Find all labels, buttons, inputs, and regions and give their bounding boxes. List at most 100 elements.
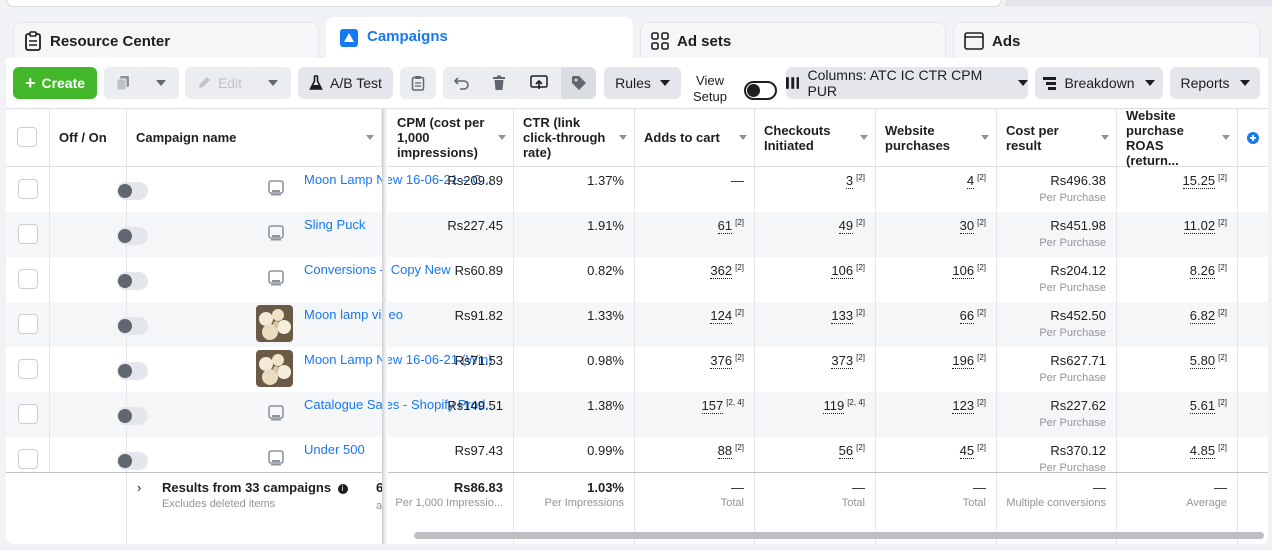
reports-button[interactable]: Reports xyxy=(1170,67,1260,99)
create-button[interactable]: + Create xyxy=(13,67,97,99)
value-roas[interactable]: 15.25 xyxy=(1182,173,1216,189)
value-roas[interactable]: 11.02 xyxy=(1183,218,1216,234)
view-setup-toggle[interactable] xyxy=(744,81,777,100)
tab-ad-sets[interactable]: Ad sets xyxy=(640,22,946,60)
value-atc[interactable]: 61 xyxy=(717,218,733,234)
header-adds-to-cart[interactable]: Adds to cart xyxy=(635,109,755,167)
edit-dropdown[interactable] xyxy=(255,67,291,99)
row-checkbox[interactable] xyxy=(18,269,38,289)
sort-icon xyxy=(619,135,627,140)
header-campaign-name[interactable]: Campaign name xyxy=(127,109,382,167)
footnote-marker[interactable]: [2] xyxy=(735,308,744,317)
value-roas[interactable]: 6.82 xyxy=(1189,308,1216,324)
value-ci[interactable]: 106 xyxy=(831,263,854,279)
footnote-marker[interactable]: [2] xyxy=(856,218,865,227)
pencil-icon xyxy=(198,77,210,88)
tag-button[interactable] xyxy=(561,67,596,99)
value-ci[interactable]: 3 xyxy=(845,173,854,189)
header-ctr[interactable]: CTR (link click-through rate) xyxy=(514,109,635,167)
row-checkbox[interactable] xyxy=(18,224,38,244)
footnote-marker[interactable]: [2, 4] xyxy=(726,398,744,407)
tab-ads[interactable]: Ads xyxy=(953,22,1260,60)
footnote-marker[interactable]: [2] xyxy=(856,443,865,452)
footnote-marker[interactable]: [2] xyxy=(1218,443,1227,452)
footnote-marker[interactable]: [2] xyxy=(1218,398,1227,407)
delete-button[interactable] xyxy=(481,67,517,99)
value-roas[interactable]: 5.61 xyxy=(1189,398,1216,414)
footnote-marker[interactable]: [2] xyxy=(977,308,986,317)
campaigns-icon xyxy=(339,28,359,48)
row-checkbox[interactable] xyxy=(18,449,38,469)
value-pur[interactable]: 30 xyxy=(959,218,975,234)
expand-chevron-icon[interactable]: › xyxy=(137,480,141,495)
footnote-marker[interactable]: [2] xyxy=(735,353,744,362)
tab-resource-center[interactable]: Resource Center xyxy=(13,22,319,60)
footnote-marker[interactable]: [2] xyxy=(1218,218,1227,227)
footnote-marker[interactable]: [2] xyxy=(856,353,865,362)
rules-button[interactable]: Rules xyxy=(604,67,681,99)
value-atc[interactable]: 124 xyxy=(710,308,733,324)
value-pur[interactable]: 4 xyxy=(966,173,975,189)
footnote-marker[interactable]: [2] xyxy=(1218,353,1227,362)
ab-test-button[interactable]: A/B Test xyxy=(298,67,393,99)
footnote-marker[interactable]: [2] xyxy=(735,443,744,452)
value-atc[interactable]: 157 xyxy=(701,398,724,414)
header-off-on[interactable]: Off / On xyxy=(50,109,127,167)
export-button[interactable] xyxy=(518,67,560,99)
value-atc[interactable]: 376 xyxy=(710,353,733,369)
footnote-marker[interactable]: [2] xyxy=(977,353,986,362)
header-cpm[interactable]: CPM (cost per 1,000 impressions) xyxy=(388,109,514,167)
footnote-marker[interactable]: [2] xyxy=(856,173,865,182)
duplicate-dropdown[interactable] xyxy=(143,67,179,99)
value-roas[interactable]: 5.80 xyxy=(1189,353,1216,369)
footnote-marker[interactable]: [2] xyxy=(856,308,865,317)
value-ci[interactable]: 49 xyxy=(838,218,854,234)
footnote-marker[interactable]: [2] xyxy=(977,173,986,182)
header-purchases[interactable]: Website purchases xyxy=(876,109,997,167)
value-pur[interactable]: 196 xyxy=(952,353,975,369)
footnote-marker[interactable]: [2] xyxy=(735,218,744,227)
footnote-marker[interactable]: [2, 4] xyxy=(847,398,865,407)
trash-icon xyxy=(493,75,505,90)
row-checkbox[interactable] xyxy=(18,359,38,379)
undo-button[interactable] xyxy=(443,67,480,99)
header-checkouts[interactable]: Checkouts Initiated xyxy=(755,109,876,167)
value-roas[interactable]: 4.85 xyxy=(1189,443,1216,459)
row-checkbox[interactable] xyxy=(18,404,38,424)
horizontal-scrollbar[interactable] xyxy=(414,532,1264,539)
value-pur[interactable]: 106 xyxy=(952,263,975,279)
footnote-marker[interactable]: [2] xyxy=(1218,263,1227,272)
footnote-marker[interactable]: [2] xyxy=(977,398,986,407)
row-checkbox[interactable] xyxy=(18,179,38,199)
info-icon[interactable]: i xyxy=(337,483,348,494)
value-atc[interactable]: 88 xyxy=(717,443,733,459)
select-all-checkbox[interactable] xyxy=(17,127,37,147)
columns-button[interactable]: Columns: ATC IC CTR CPM PUR xyxy=(786,67,1028,99)
value-ci[interactable]: 119 xyxy=(823,398,845,414)
footnote-marker[interactable]: [2] xyxy=(1218,173,1227,182)
value-pur[interactable]: 123 xyxy=(952,398,975,414)
value-ci[interactable]: 133 xyxy=(831,308,854,324)
footer-cpm-value: Rs86.83 xyxy=(453,480,503,495)
tab-campaigns[interactable]: Campaigns xyxy=(326,17,633,63)
value-pur[interactable]: 45 xyxy=(959,443,975,459)
footnote-marker[interactable]: [2] xyxy=(977,443,986,452)
header-cost-per-result[interactable]: Cost per result xyxy=(997,109,1117,167)
value-pur[interactable]: 66 xyxy=(959,308,975,324)
footnote-marker[interactable]: [2] xyxy=(735,263,744,272)
row-checkbox[interactable] xyxy=(18,314,38,334)
breakdown-button[interactable]: Breakdown xyxy=(1035,67,1163,99)
value-atc[interactable]: 362 xyxy=(710,263,733,279)
add-column-icon[interactable] xyxy=(1247,131,1259,144)
footnote-marker[interactable]: [2] xyxy=(1218,308,1227,317)
footnote-marker[interactable]: [2] xyxy=(977,218,986,227)
header-roas[interactable]: Website purchase ROAS (return... xyxy=(1117,108,1238,168)
footnote-marker[interactable]: [2] xyxy=(977,263,986,272)
edit-button[interactable]: Edit xyxy=(185,67,254,99)
value-roas[interactable]: 8.26 xyxy=(1189,263,1216,279)
value-ci[interactable]: 373 xyxy=(831,353,854,369)
rules-clipboard-button[interactable] xyxy=(400,67,436,99)
value-ci[interactable]: 56 xyxy=(838,443,854,459)
duplicate-button[interactable] xyxy=(104,67,142,99)
footnote-marker[interactable]: [2] xyxy=(856,263,865,272)
